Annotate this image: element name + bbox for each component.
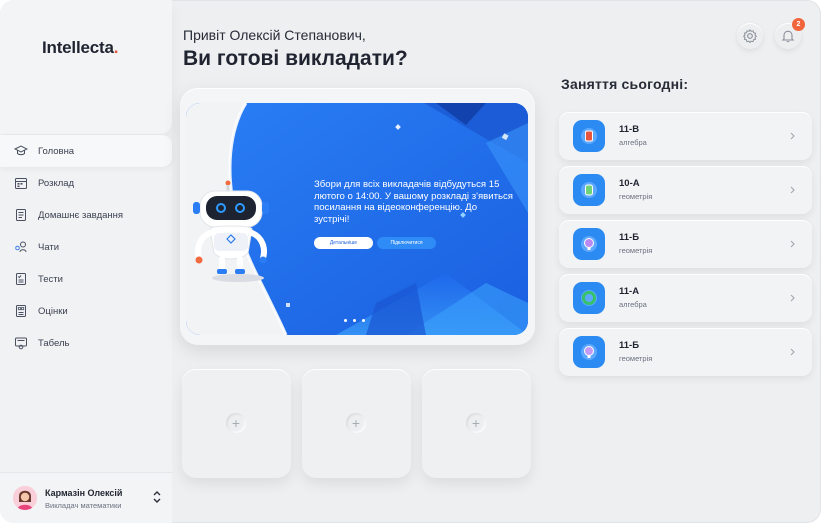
lesson-class: 11-Б <box>619 340 640 351</box>
plus-icon: + <box>226 413 246 433</box>
lesson-icon <box>573 120 605 152</box>
notification-badge: 2 <box>792 18 805 31</box>
lesson-subject: геометрія <box>619 192 653 201</box>
lesson-subject: алгебра <box>619 138 647 147</box>
sidebar-item-report-card[interactable]: Табель <box>0 327 172 359</box>
carousel-dot[interactable] <box>344 319 347 322</box>
user-profile[interactable]: Кармазін Олексій Викладач математики <box>0 472 172 523</box>
lesson-item[interactable]: 11-А алгебра <box>559 274 812 322</box>
gear-icon <box>742 28 758 44</box>
lesson-icon <box>573 282 605 314</box>
sidebar-item-label: Табель <box>38 337 70 349</box>
sidebar-item-schedule[interactable]: Розклад <box>0 167 172 199</box>
chevron-right-icon <box>790 240 795 248</box>
app-window: Intellecta. Головна Розклад Домашнє завд… <box>0 0 821 523</box>
lesson-subject: геометрія <box>619 354 653 363</box>
lessons-title: Заняття сьогодні: <box>561 76 689 92</box>
announcement-banner: Збори для всіх викладачів відбудуться 15… <box>186 103 528 335</box>
sidebar-item-label: Домашнє завдання <box>38 209 124 221</box>
plus-icon: + <box>346 413 366 433</box>
add-widget-card-2[interactable]: + <box>302 369 411 478</box>
lesson-item[interactable]: 11-В алгебра <box>559 112 812 160</box>
lesson-icon <box>573 228 605 260</box>
user-role: Викладач математики <box>45 501 122 510</box>
carousel-dot[interactable] <box>353 319 356 322</box>
logo-area: Intellecta. <box>0 0 172 134</box>
lesson-class: 11-Б <box>619 232 640 243</box>
lesson-class: 11-А <box>619 286 640 297</box>
grades-icon <box>14 304 28 318</box>
avatar <box>13 486 37 510</box>
carousel-dot[interactable] <box>362 319 365 322</box>
settings-button[interactable] <box>737 23 763 49</box>
greeting-line: Привіт Олексій Степанович, <box>183 27 366 43</box>
add-widget-card-3[interactable]: + <box>422 369 531 478</box>
lesson-item[interactable]: 11-Б геометрія <box>559 220 812 268</box>
chevron-right-icon <box>790 186 795 194</box>
lesson-class: 10-А <box>619 178 640 189</box>
chevron-right-icon <box>790 348 795 356</box>
homework-book-icon <box>14 208 28 222</box>
announcement-text: Збори для всіх викладачів відбудуться 15… <box>314 179 513 226</box>
chevron-right-icon <box>790 294 795 302</box>
lesson-class: 11-В <box>619 124 640 135</box>
plus-icon: + <box>466 413 486 433</box>
lesson-item[interactable]: 11-Б геометрія <box>559 328 812 376</box>
lesson-icon <box>573 174 605 206</box>
chevron-updown-icon[interactable] <box>152 490 162 504</box>
user-name: Кармазін Олексій <box>45 488 123 498</box>
add-widget-card-1[interactable]: + <box>182 369 291 478</box>
sidebar-item-label: Оцінки <box>38 305 68 317</box>
sidebar: Intellecta. Головна Розклад Домашнє завд… <box>0 0 172 523</box>
sidebar-item-label: Чати <box>38 241 60 253</box>
sidebar-item-tests[interactable]: Тести <box>0 263 172 295</box>
details-button[interactable]: Детальніше <box>314 237 373 249</box>
bell-icon <box>781 30 795 43</box>
sidebar-item-label: Головна <box>38 145 75 157</box>
sidebar-item-homework[interactable]: Домашнє завдання <box>0 199 172 231</box>
tests-document-icon <box>14 272 28 286</box>
logo-text: Intellecta <box>42 38 114 57</box>
lesson-item[interactable]: 10-А геометрія <box>559 166 812 214</box>
sidebar-nav: Головна Розклад Домашнє завдання Чати Те… <box>0 135 172 359</box>
chat-users-icon <box>14 240 28 254</box>
logo-dot: . <box>113 38 119 57</box>
sidebar-item-label: Тести <box>38 273 63 285</box>
sidebar-item-grades[interactable]: Оцінки <box>0 295 172 327</box>
lesson-subject: алгебра <box>619 300 647 309</box>
page-title: Ви готові викладати? <box>183 47 408 70</box>
join-button[interactable]: Підключитися <box>377 237 436 249</box>
graduation-cap-icon <box>14 144 28 158</box>
lesson-icon <box>573 336 605 368</box>
sidebar-item-home[interactable]: Головна <box>0 135 172 167</box>
sidebar-item-chats[interactable]: Чати <box>0 231 172 263</box>
sidebar-item-label: Розклад <box>38 177 75 189</box>
chevron-right-icon <box>790 132 795 140</box>
calendar-icon <box>14 176 28 190</box>
lesson-subject: геометрія <box>619 246 653 255</box>
carousel-dots <box>344 319 365 322</box>
certificate-icon <box>14 336 28 350</box>
logo[interactable]: Intellecta. <box>42 38 118 58</box>
